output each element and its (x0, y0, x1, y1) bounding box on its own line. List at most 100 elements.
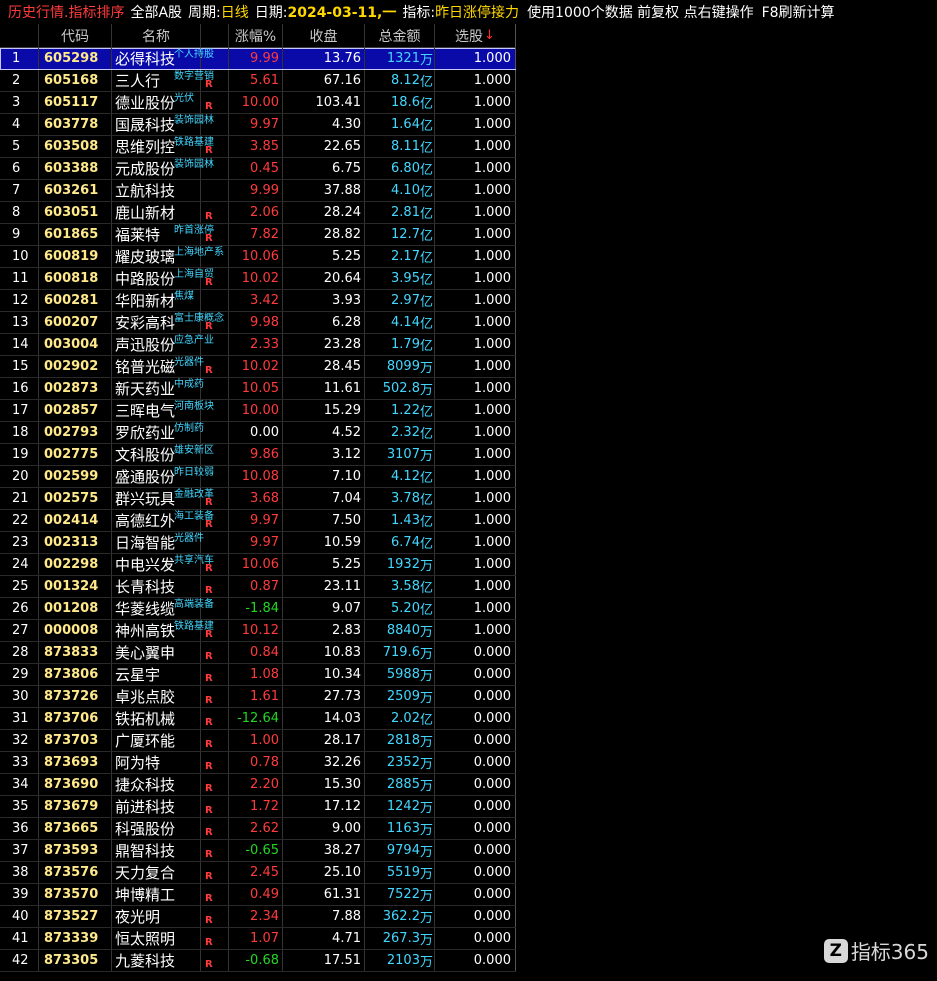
header-pick[interactable]: 选股 ↓ (435, 24, 516, 47)
concept-tag: 昨日较弱 (174, 467, 214, 478)
header-name[interactable]: 名称 (112, 24, 201, 47)
change-pct: 9.99 (229, 48, 283, 69)
table-row[interactable]: 5 603508 思维列控 铁路基建 R 3.85 22.65 8.11 亿 1.000 (0, 136, 516, 158)
amount-cell: 2509 万 (365, 686, 435, 707)
pick-value: 1.000 (435, 48, 516, 69)
table-row[interactable]: 36 873665 科强股份 R 2.62 9.00 1163 万 0.000 (0, 818, 516, 840)
row-number: 2 (0, 70, 39, 91)
flag-cell: R (201, 796, 229, 817)
pick-value: 1.000 (435, 532, 516, 553)
table-row[interactable]: 12 600281 华阳新材 焦煤 3.42 3.93 2.97 亿 1.000 (0, 290, 516, 312)
flag-cell: R (201, 950, 229, 971)
stock-name: 文科股份 (115, 446, 176, 464)
table-row[interactable]: 10 600819 耀皮玻璃 上海地产系 10.06 5.25 2.17 亿 1.000 (0, 246, 516, 268)
header-code[interactable]: 代码 (39, 24, 112, 47)
table-row[interactable]: 27 000008 神州高铁 铁路基建 R 10.12 2.83 8840 万 1.000 (0, 620, 516, 642)
pick-value: 1.000 (435, 444, 516, 465)
stock-name: 前进科技 (115, 798, 176, 816)
margin-flag: R (205, 365, 213, 376)
date-value[interactable]: 2024-03-11,一 (287, 2, 396, 22)
table-row[interactable]: 29 873806 云星宇 R 1.08 10.34 5988 万 0.000 (0, 664, 516, 686)
table-row[interactable]: 7 603261 立航科技 9.99 37.88 4.10 亿 1.000 (0, 180, 516, 202)
stock-code: 873726 (39, 686, 112, 707)
table-row[interactable]: 38 873576 天力复合 R 2.45 25.10 5519 万 0.000 (0, 862, 516, 884)
header-close[interactable]: 收盘 (283, 24, 365, 47)
stock-name-cell: 思维列控 铁路基建 (112, 136, 214, 157)
row-number: 32 (0, 730, 39, 751)
flag-cell: R (201, 752, 229, 773)
stock-name: 立航科技 (115, 182, 176, 200)
close-price: 61.31 (283, 884, 365, 905)
table-row[interactable]: 35 873679 前进科技 R 1.72 17.12 1242 万 0.000 (0, 796, 516, 818)
amount-value: 2103 (386, 953, 420, 968)
amount-cell: 1.79 亿 (365, 334, 435, 355)
table-row[interactable]: 26 001208 华菱线缆 高端装备 -1.84 9.07 5.20 亿 1.000 (0, 598, 516, 620)
amount-unit: 亿 (419, 493, 433, 508)
table-row[interactable]: 3 605117 德业股份 光伏 R 10.00 103.41 18.6 亿 1.000 (0, 92, 516, 114)
amount-cell: 4.10 亿 (365, 180, 435, 201)
table-row[interactable]: 24 002298 中电兴发 共享汽车 R 10.06 5.25 1932 万 1.000 (0, 554, 516, 576)
table-row[interactable]: 31 873706 铁拓机械 R -12.64 14.03 2.02 亿 0.000 (0, 708, 516, 730)
table-row[interactable]: 19 002775 文科股份 雄安新区 9.86 3.12 3107 万 1.000 (0, 444, 516, 466)
close-price: 7.88 (283, 906, 365, 927)
table-row[interactable]: 42 873305 九菱科技 R -0.68 17.51 2103 万 0.000 (0, 950, 516, 972)
amount-unit: 亿 (419, 251, 433, 266)
change-pct: 1.00 (229, 730, 283, 751)
header-change-pct[interactable]: 涨幅% (229, 24, 283, 47)
change-pct: 0.87 (229, 576, 283, 597)
table-row[interactable]: 9 601865 福莱特 昨首涨停 R 7.82 28.82 12.7 亿 1.000 (0, 224, 516, 246)
margin-flag: R (205, 783, 213, 794)
amount-value: 12.7 (391, 227, 420, 242)
amount-cell: 2.32 亿 (365, 422, 435, 443)
table-row[interactable]: 41 873339 恒太照明 R 1.07 4.71 267.3 万 0.000 (0, 928, 516, 950)
header-amount[interactable]: 总金额 (365, 24, 435, 47)
table-row[interactable]: 39 873570 坤博精工 R 0.49 61.31 7522 万 0.000 (0, 884, 516, 906)
amount-value: 8.12 (391, 73, 420, 88)
stock-name: 九菱科技 (115, 952, 176, 970)
stock-code: 002857 (39, 400, 112, 421)
amount-cell: 2.81 亿 (365, 202, 435, 223)
table-row[interactable]: 25 001324 长青科技 R 0.87 23.11 3.58 亿 1.000 (0, 576, 516, 598)
amount-unit: 万 (419, 955, 433, 970)
table-row[interactable]: 15 002902 铭普光磁 光器件 R 10.02 28.45 8099 万 1.000 (0, 356, 516, 378)
table-row[interactable]: 22 002414 高德红外 海工装备 R 9.97 7.50 1.43 亿 1.000 (0, 510, 516, 532)
pick-value: 1.000 (435, 488, 516, 509)
f8-refresh-hint[interactable]: F8刷新计算 (762, 2, 835, 22)
change-pct: 10.06 (229, 554, 283, 575)
table-row[interactable]: 4 603778 国晟科技 装饰园林 9.97 4.30 1.64 亿 1.000 (0, 114, 516, 136)
close-price: 28.24 (283, 202, 365, 223)
table-row[interactable]: 8 603051 鹿山新材 R 2.06 28.24 2.81 亿 1.000 (0, 202, 516, 224)
table-row[interactable]: 30 873726 卓兆点胶 R 1.61 27.73 2509 万 0.000 (0, 686, 516, 708)
table-row[interactable]: 1 605298 必得科技 个人持股 9.99 13.76 1321 万 1.000 (0, 48, 516, 70)
table-row[interactable]: 34 873690 捷众科技 R 2.20 15.30 2885 万 0.000 (0, 774, 516, 796)
pick-value: 1.000 (435, 114, 516, 135)
table-row[interactable]: 17 002857 三晖电气 河南板块 10.00 15.29 1.22 亿 1.000 (0, 400, 516, 422)
period-value[interactable]: 日线 (221, 2, 249, 22)
table-row[interactable]: 2 605168 三人行 数字营销 R 5.61 67.16 8.12 亿 1.000 (0, 70, 516, 92)
margin-flag: R (205, 915, 213, 926)
table-row[interactable]: 16 002873 新天药业 中成药 10.05 11.61 502.8 万 1.000 (0, 378, 516, 400)
stock-scope[interactable]: 全部A股 (130, 2, 182, 22)
table-row[interactable]: 13 600207 安彩高科 富士康概念 R 9.98 6.28 4.14 亿 1.000 (0, 312, 516, 334)
table-row[interactable]: 18 002793 罗欣药业 仿制药 0.00 4.52 2.32 亿 1.000 (0, 422, 516, 444)
row-number: 31 (0, 708, 39, 729)
table-row[interactable]: 11 600818 中路股份 上海自贸 R 10.02 20.64 3.95 亿 1.000 (0, 268, 516, 290)
table-row[interactable]: 6 603388 元成股份 装饰园林 0.45 6.75 6.80 亿 1.000 (0, 158, 516, 180)
table-row[interactable]: 21 002575 群兴玩具 金融改革 R 3.68 7.04 3.78 亿 1.000 (0, 488, 516, 510)
change-pct: 10.02 (229, 268, 283, 289)
change-pct: 7.82 (229, 224, 283, 245)
pick-value: 1.000 (435, 598, 516, 619)
table-row[interactable]: 32 873703 广厦环能 R 1.00 28.17 2818 万 0.000 (0, 730, 516, 752)
header-pick-label: 选股 (455, 28, 484, 45)
table-row[interactable]: 40 873527 夜光明 R 2.34 7.88 362.2 万 0.000 (0, 906, 516, 928)
stock-name-cell: 耀皮玻璃 上海地产系 (112, 246, 224, 267)
table-row[interactable]: 23 002313 日海智能 光器件 9.97 10.59 6.74 亿 1.000 (0, 532, 516, 554)
table-row[interactable]: 37 873593 鼎智科技 R -0.65 38.27 9794 万 0.000 (0, 840, 516, 862)
amount-value: 2.97 (391, 293, 420, 308)
table-row[interactable]: 33 873693 阿为特 R 0.78 32.26 2352 万 0.000 (0, 752, 516, 774)
indicator-value[interactable]: 昨日涨停接力 (435, 2, 519, 22)
table-row[interactable]: 14 003004 声迅股份 应急产业 2.33 23.28 1.79 亿 1.000 (0, 334, 516, 356)
table-row[interactable]: 28 873833 美心翼申 R 0.84 10.83 719.6 万 0.000 (0, 642, 516, 664)
table-row[interactable]: 20 002599 盛通股份 昨日较弱 10.08 7.10 4.12 亿 1.000 (0, 466, 516, 488)
row-number: 6 (0, 158, 39, 179)
